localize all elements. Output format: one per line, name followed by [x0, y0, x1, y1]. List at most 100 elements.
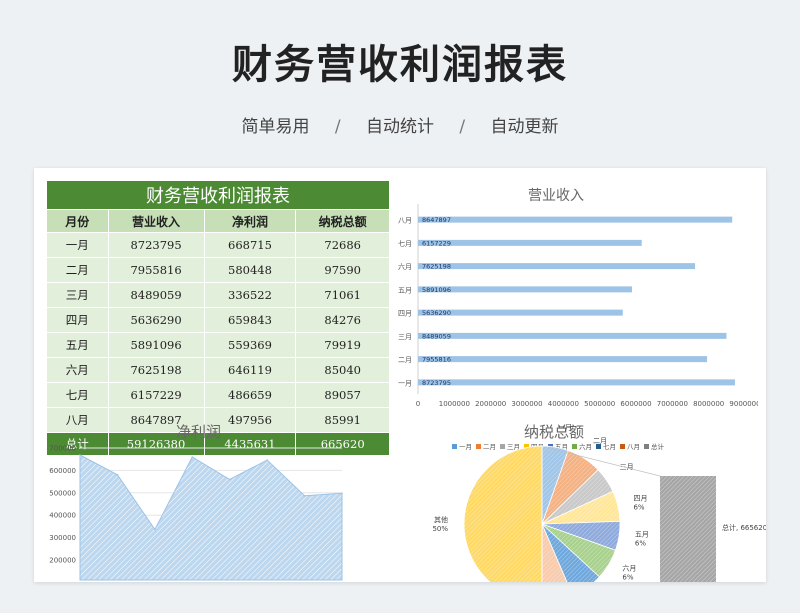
bar-data-label: 8647897: [422, 216, 451, 224]
legend-label: 二月: [483, 443, 496, 451]
legend-swatch: [476, 444, 481, 449]
table-row: 二月 7955816 580448 97590: [46, 257, 390, 283]
bar-data-label: 5891096: [422, 286, 451, 294]
table-cell: 659843: [203, 307, 297, 333]
pie-label: 二月: [593, 437, 607, 445]
bar-data-label: 6157229: [422, 239, 451, 247]
pie-pct: 6%: [622, 574, 633, 582]
table-cell: 七月: [46, 382, 109, 408]
table-cell: 五月: [46, 332, 109, 358]
profit-point: [79, 454, 81, 456]
y-tick-label: 一月: [398, 379, 412, 387]
legend-label: 八月: [627, 443, 640, 451]
y-tick-label: 400000: [49, 512, 76, 520]
profit-point: [303, 494, 306, 497]
x-tick-label: 0: [416, 400, 420, 408]
total-bar: [660, 476, 716, 582]
table-cell: 668715: [203, 232, 297, 258]
y-tick-label: 200000: [49, 557, 76, 565]
x-tick-label: 4000000: [548, 400, 579, 408]
table-cell: 8723795: [107, 232, 205, 258]
x-tick-label: 6000000: [620, 400, 651, 408]
column-header: 净利润: [203, 209, 297, 233]
x-tick-label: 9000000: [729, 400, 758, 408]
table-cell: 8489059: [107, 282, 205, 308]
pie-label: 五月: [635, 530, 649, 538]
profit-point: [266, 459, 268, 461]
bar-data-label: 8723795: [422, 379, 451, 387]
profit-point: [341, 492, 343, 495]
table-row: 一月 8723795 668715 72686: [46, 232, 390, 258]
y-tick-label: 600000: [49, 467, 76, 475]
profit-point: [116, 473, 119, 476]
legend-label: 六月: [579, 442, 592, 451]
report-table: 财务营收利润报表 月份 营业收入 净利润 纳税总额 一月 8723795 668715 72…: [46, 180, 390, 456]
y-tick-label: 三月: [398, 333, 412, 341]
report-card: 财务营收利润报表 月份 营业收入 净利润 纳税总额 一月 8723795 668715 72…: [34, 168, 766, 582]
revenue-bar: [418, 263, 696, 270]
y-tick-label: 700000: [49, 445, 76, 453]
column-header: 月份: [46, 209, 109, 233]
legend-swatch: [572, 444, 577, 449]
table-row: 五月 5891096 559369 79919: [46, 332, 390, 358]
table-cell: 六月: [46, 357, 109, 383]
x-tick-label: 1000000: [439, 400, 470, 408]
y-tick-label: 七月: [398, 239, 412, 248]
table-cell: 5891096: [107, 332, 205, 358]
profit-area: [79, 454, 343, 581]
pie-label: 一月: [558, 423, 572, 431]
table-cell: 5636290: [107, 307, 205, 333]
table-row: 七月 6157229 486659 89057: [46, 382, 390, 408]
pie-pct: 6%: [633, 503, 644, 511]
table-cell: 646119: [203, 357, 297, 383]
y-tick-label: 500000: [49, 489, 76, 497]
legend-swatch: [620, 444, 625, 449]
table-cell: 7955816: [107, 257, 205, 283]
pie-label: 四月: [633, 494, 647, 502]
feature-easy: 简单易用: [241, 117, 310, 137]
y-tick-label: 300000: [49, 534, 76, 542]
table-cell: 580448: [203, 257, 297, 283]
legend-swatch: [500, 444, 505, 449]
table-cell: 二月: [46, 257, 109, 283]
x-tick-label: 3000000: [511, 400, 542, 408]
x-tick-label: 2000000: [475, 400, 506, 408]
feature-auto-update: 自动更新: [490, 117, 559, 137]
revenue-bar: [418, 356, 708, 363]
table-row: 四月 5636290 659843 84276: [46, 307, 390, 333]
revenue-bar: [418, 379, 735, 386]
table-cell: 四月: [46, 307, 109, 333]
column-header: 营业收入: [107, 209, 205, 233]
profit-point: [191, 456, 194, 458]
y-tick-label: 八月: [398, 217, 412, 225]
tax-pie-chart: 一月二月三月四月五月六月七月八月总计一月二月三月四月6%五月6%六月6%七月7%…: [432, 423, 766, 582]
pie-label: 其他: [434, 515, 448, 524]
pie-label: 六月: [622, 564, 636, 573]
table-cell: 一月: [46, 232, 109, 258]
x-tick-label: 5000000: [584, 400, 615, 408]
separator: /: [334, 117, 341, 137]
bar-data-label: 8489059: [422, 332, 451, 340]
table-cell: 486659: [203, 382, 297, 408]
revenue-bar: [418, 332, 727, 339]
profit-area-chart: 200000 300000 400000 500000 600000 700000: [49, 445, 343, 581]
feature-row: 简单易用 / 自动统计 / 自动更新: [0, 112, 800, 137]
pie-label: 三月: [620, 463, 634, 471]
profit-point: [228, 478, 231, 481]
separator: /: [459, 117, 466, 137]
y-tick-label: 五月: [398, 286, 412, 294]
legend-label: 一月: [459, 443, 472, 451]
pie-slice: [463, 445, 543, 582]
feature-auto-stat: 自动统计: [366, 117, 434, 137]
pie-pct: 6%: [635, 539, 646, 547]
bar-data-label: 7955816: [422, 356, 451, 364]
y-tick-label: 六月: [398, 262, 412, 271]
table-row: 六月 7625198 646119 85040: [46, 357, 390, 383]
table-cell: 7625198: [107, 357, 205, 383]
page-title: 财务营收利润报表: [232, 42, 568, 88]
x-tick-label: 8000000: [693, 400, 724, 408]
revenue-bar-chart: 一月 8723795 二月 7955816 三月 8489059 四月 5636290 五月 58…: [398, 204, 758, 408]
table-cell: 6157229: [107, 382, 205, 408]
revenue-bar: [418, 239, 642, 246]
legend-swatch: [644, 444, 649, 449]
